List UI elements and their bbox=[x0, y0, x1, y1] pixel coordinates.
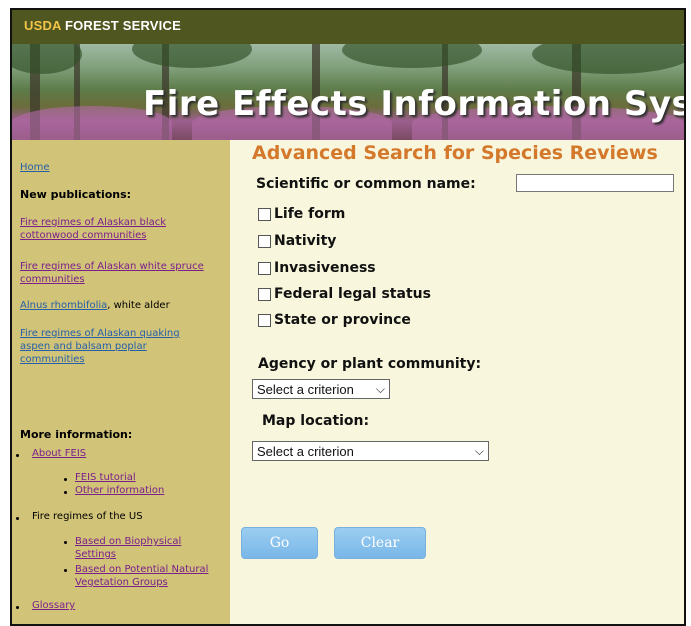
sidebar-link-quaking-aspen[interactable]: Fire regimes of Alaskan quaking aspen an… bbox=[20, 327, 210, 366]
header-banner: Fire Effects Information System bbox=[12, 44, 684, 140]
federal-legal-status-checkbox[interactable] bbox=[258, 287, 271, 301]
site-title: Fire Effects Information System bbox=[143, 84, 684, 124]
usda-logo[interactable]: USDA FOREST SERVICE bbox=[24, 18, 181, 33]
sidebar-link-black-cottonwood[interactable]: Fire regimes of Alaskan black cottonwood… bbox=[20, 216, 210, 242]
life-form-label: Life form bbox=[274, 206, 346, 222]
nativity-label: Nativity bbox=[274, 233, 337, 249]
sidebar-link-feis-tutorial[interactable]: FEIS tutorial bbox=[75, 472, 136, 483]
name-label: Scientific or common name: bbox=[256, 176, 476, 192]
map-location-label: Map location: bbox=[262, 413, 370, 429]
list-bullet bbox=[16, 454, 19, 457]
agency-select-value: Select a criterion bbox=[257, 381, 354, 397]
sidebar-link-glossary[interactable]: Glossary bbox=[32, 600, 75, 611]
more-information-heading: More information: bbox=[20, 428, 133, 441]
checkbox-row-life-form[interactable]: Life form bbox=[258, 206, 345, 222]
list-bullet bbox=[16, 517, 19, 520]
top-bar: USDA FOREST SERVICE bbox=[12, 10, 684, 44]
federal-legal-status-label: Federal legal status bbox=[274, 286, 431, 302]
sidebar-link-biophysical-settings[interactable]: Based on Biophysical Settings bbox=[75, 535, 215, 561]
checkbox-row-nativity[interactable]: Nativity bbox=[258, 233, 336, 249]
agency-select[interactable]: Select a criterion ⌵ bbox=[252, 379, 390, 399]
banner-foliage bbox=[342, 44, 482, 68]
name-search-input[interactable] bbox=[516, 174, 674, 192]
state-or-province-checkbox[interactable] bbox=[258, 313, 271, 327]
list-bullet bbox=[64, 569, 67, 572]
main-content: Advanced Search for Species Reviews Scie… bbox=[230, 140, 684, 624]
invasiveness-checkbox[interactable] bbox=[258, 261, 271, 275]
agency-label: Agency or plant community: bbox=[258, 356, 482, 372]
list-bullet bbox=[64, 541, 67, 544]
checkbox-row-federal-legal-status[interactable]: Federal legal status bbox=[258, 286, 431, 302]
map-location-select[interactable]: Select a criterion ⌵ bbox=[252, 441, 489, 461]
sidebar: Home New publications: Fire regimes of A… bbox=[12, 140, 230, 624]
nativity-checkbox[interactable] bbox=[258, 234, 271, 248]
sidebar-link-home[interactable]: Home bbox=[20, 162, 50, 173]
life-form-checkbox[interactable] bbox=[258, 207, 271, 221]
white-alder-text: , white alder bbox=[107, 300, 170, 311]
banner-foliage bbox=[532, 44, 684, 74]
go-button[interactable]: Go bbox=[241, 527, 318, 559]
list-bullet bbox=[64, 478, 67, 481]
chevron-down-icon: ⌵ bbox=[375, 381, 385, 396]
page-title: Advanced Search for Species Reviews bbox=[252, 142, 658, 164]
banner-foliage bbox=[12, 44, 82, 74]
checkbox-row-state-or-province[interactable]: State or province bbox=[258, 312, 411, 328]
new-publications-heading: New publications: bbox=[20, 188, 132, 201]
sidebar-link-white-spruce[interactable]: Fire regimes of Alaskan white spruce com… bbox=[20, 260, 210, 286]
usda-brand: USDA bbox=[24, 18, 62, 33]
browser-frame: USDA FOREST SERVICE Fire Effects Informa… bbox=[10, 8, 686, 626]
checkbox-row-invasiveness[interactable]: Invasiveness bbox=[258, 260, 376, 276]
clear-button[interactable]: Clear bbox=[334, 527, 426, 559]
sidebar-link-alnus[interactable]: Alnus rhombifolia bbox=[20, 300, 107, 311]
map-location-select-value: Select a criterion bbox=[257, 443, 354, 459]
sidebar-link-pnv-groups[interactable]: Based on Potential Natural Vegetation Gr… bbox=[75, 563, 230, 589]
fire-regimes-text: Fire regimes of the US bbox=[32, 511, 143, 522]
chevron-down-icon: ⌵ bbox=[474, 443, 484, 458]
list-bullet bbox=[16, 606, 19, 609]
state-or-province-label: State or province bbox=[274, 312, 411, 328]
banner-foliage bbox=[132, 44, 252, 68]
list-bullet bbox=[64, 491, 67, 494]
sidebar-item-white-alder: Alnus rhombifolia, white alder bbox=[20, 300, 170, 311]
invasiveness-label: Invasiveness bbox=[274, 260, 376, 276]
sidebar-link-about-feis[interactable]: About FEIS bbox=[32, 448, 86, 459]
sidebar-link-other-information[interactable]: Other information bbox=[75, 485, 164, 496]
forest-service-text: FOREST SERVICE bbox=[61, 18, 181, 33]
